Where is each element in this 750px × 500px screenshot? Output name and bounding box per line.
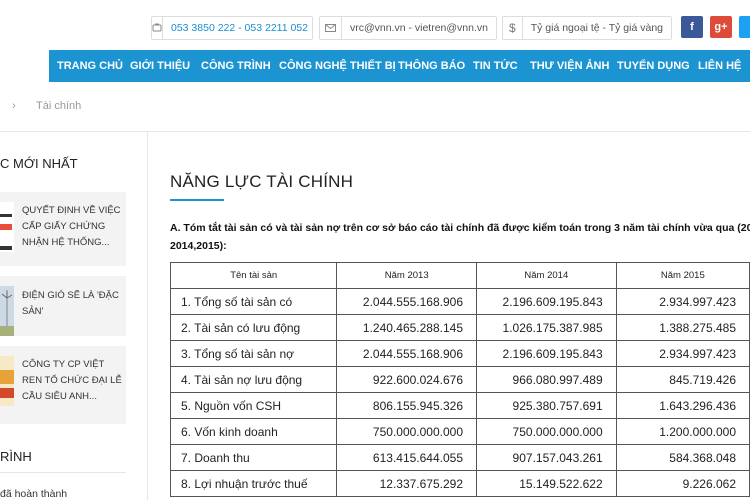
row-label: 1. Tổng số tài sản có [169, 288, 338, 315]
news-title[interactable]: QUYẾT ĐỊNH VỀ VIỆC CẤP GIẤY CHỨNG NHẬN H… [22, 203, 122, 251]
row-label: 5. Nguồn vốn CSH [169, 392, 338, 419]
divider [0, 131, 750, 132]
breadcrumb-current: Tài chính [36, 100, 82, 112]
row-label: 2. Tài sản có lưu động [169, 314, 338, 341]
intro-paragraph: A. Tóm tắt tài sản có và tài sản nợ trên… [170, 222, 750, 252]
table-cell: 2.044.555.168.906 [336, 340, 478, 367]
nav-item-technology[interactable]: CÔNG NGHỆ THIẾT BỊ [279, 50, 396, 82]
table-row: 3. Tổng số tài sản nợ 2.044.555.168.906 … [169, 340, 750, 367]
row-label: 3. Tổng số tài sản nợ [169, 340, 338, 367]
twitter-icon[interactable] [739, 16, 750, 38]
nav-item-projects[interactable]: CÔNG TRÌNH [201, 50, 271, 82]
nav-item-gallery[interactable]: THƯ VIỆN ẢNH [530, 50, 609, 82]
table-cell: 845.719.426 [615, 366, 750, 393]
page-title: NĂNG LỰC TÀI CHÍNH [170, 172, 354, 191]
exchange-rate-link[interactable]: $ Tỷ giá ngoại tệ - Tỷ giá vàng [502, 16, 672, 40]
table-row: 8. Lợi nhuận trước thuế 12.337.675.292 1… [169, 470, 750, 497]
table-cell: 806.155.945.326 [336, 392, 478, 419]
dollar-icon: $ [503, 17, 523, 39]
latest-news-item[interactable]: CÔNG TY CP VIỆT REN TỔ CHỨC ĐẠI LỄ CẦU S… [0, 346, 126, 424]
table-cell: 12.337.675.292 [336, 470, 478, 497]
table-row: 4. Tài sản nợ lưu động 922.600.024.676 9… [169, 366, 750, 393]
table-cell: 922.600.024.676 [336, 366, 478, 393]
title-underline [170, 199, 224, 201]
email-contact[interactable]: vrc@vnn.vn - vietren@vnn.vn [319, 16, 497, 40]
table-cell: 1.388.275.485 [615, 314, 750, 341]
nav-item-about[interactable]: GIỚI THIỆU [130, 50, 190, 82]
table-cell: 9.226.062 [615, 470, 750, 497]
table-row: 5. Nguồn vốn CSH 806.155.945.326 925.380… [169, 392, 750, 419]
table-row: 2. Tài sản có lưu động 1.240.465.288.145… [169, 314, 750, 341]
table-row: 7. Doanh thu 613.415.644.055 907.157.043… [169, 444, 750, 471]
news-thumbnail[interactable] [0, 202, 14, 252]
nav-item-home[interactable]: TRANG CHỦ [57, 50, 123, 82]
table-cell: 2.196.609.195.843 [476, 288, 617, 315]
table-cell: 2.934.997.423 [615, 340, 750, 367]
latest-news-item[interactable]: ĐIỆN GIÓ SẼ LÀ 'ĐẶC SẢN' [0, 276, 126, 336]
financial-table: Tên tài sản Năm 2013 Năm 2014 Năm 2015 1… [169, 262, 750, 497]
table-cell: 907.157.043.261 [476, 444, 617, 471]
table-cell: 966.080.997.489 [476, 366, 617, 393]
column-header: Năm 2013 [336, 262, 478, 289]
envelope-icon [320, 17, 342, 39]
column-header: Năm 2014 [476, 262, 617, 289]
nav-item-notices[interactable]: THÔNG BÁO [398, 50, 465, 82]
sidebar-projects-title: RÌNH [0, 449, 32, 464]
sidebar-link-completed[interactable]: đã hoàn thành [0, 488, 67, 500]
divider [0, 472, 126, 473]
phone-number[interactable]: 053 3850 222 - 053 2211 052 [163, 22, 316, 34]
nav-item-contact[interactable]: LIÊN HỆ [698, 50, 741, 82]
row-label: 8. Lợi nhuận trước thuế [169, 470, 338, 497]
breadcrumb-separator: › [12, 100, 16, 112]
facebook-icon[interactable]: f [681, 16, 703, 38]
email-address[interactable]: vrc@vnn.vn - vietren@vnn.vn [342, 22, 496, 34]
row-label: 7. Doanh thu [169, 444, 338, 471]
table-header-row: Tên tài sản Năm 2013 Năm 2014 Năm 2015 [169, 262, 750, 289]
googleplus-icon[interactable]: g+ [710, 16, 732, 38]
table-cell: 2.196.609.195.843 [476, 340, 617, 367]
table-cell: 584.368.048 [615, 444, 750, 471]
column-header: Tên tài sản [169, 262, 338, 289]
phone-contact[interactable]: 053 3850 222 - 053 2211 052 [151, 16, 313, 40]
page: 053 3850 222 - 053 2211 052 vrc@vnn.vn -… [0, 0, 750, 500]
table-cell: 1.026.175.387.985 [476, 314, 617, 341]
table-cell: 750.000.000.000 [476, 418, 617, 445]
table-cell: 925.380.757.691 [476, 392, 617, 419]
table-cell: 750.000.000.000 [336, 418, 478, 445]
main-nav: TRANG CHỦ GIỚI THIỆU CÔNG TRÌNH CÔNG NGH… [49, 50, 750, 82]
latest-news-item[interactable]: QUYẾT ĐỊNH VỀ VIỆC CẤP GIẤY CHỨNG NHẬN H… [0, 192, 126, 266]
table-cell: 1.200.000.000 [615, 418, 750, 445]
nav-item-news[interactable]: TIN TỨC [473, 50, 518, 82]
table-cell: 2.934.997.423 [615, 288, 750, 315]
table-cell: 613.415.644.055 [336, 444, 478, 471]
table-cell: 2.044.555.168.906 [336, 288, 478, 315]
top-contact-bar: 053 3850 222 - 053 2211 052 vrc@vnn.vn -… [0, 0, 750, 50]
news-thumbnail[interactable] [0, 286, 14, 336]
table-row: 6. Vốn kinh doanh 750.000.000.000 750.00… [169, 418, 750, 445]
table-cell: 1.643.296.436 [615, 392, 750, 419]
column-divider [147, 132, 148, 500]
table-row: 1. Tổng số tài sản có 2.044.555.168.906 … [169, 288, 750, 315]
news-thumbnail[interactable] [0, 356, 14, 406]
row-label: 4. Tài sản nợ lưu động [169, 366, 338, 393]
sidebar-latest-title: C MỚI NHẤT [0, 156, 78, 171]
table-cell: 15.149.522.622 [476, 470, 617, 497]
column-header: Năm 2015 [615, 262, 750, 289]
news-title[interactable]: CÔNG TY CP VIỆT REN TỔ CHỨC ĐẠI LỄ CẦU S… [22, 357, 122, 405]
nav-item-careers[interactable]: TUYỂN DỤNG [617, 50, 690, 82]
table-cell: 1.240.465.288.145 [336, 314, 478, 341]
row-label: 6. Vốn kinh doanh [169, 418, 338, 445]
phone-icon [152, 17, 163, 39]
news-title[interactable]: ĐIỆN GIÓ SẼ LÀ 'ĐẶC SẢN' [22, 288, 122, 320]
exchange-rate-label[interactable]: Tỷ giá ngoại tệ - Tỷ giá vàng [523, 22, 671, 34]
